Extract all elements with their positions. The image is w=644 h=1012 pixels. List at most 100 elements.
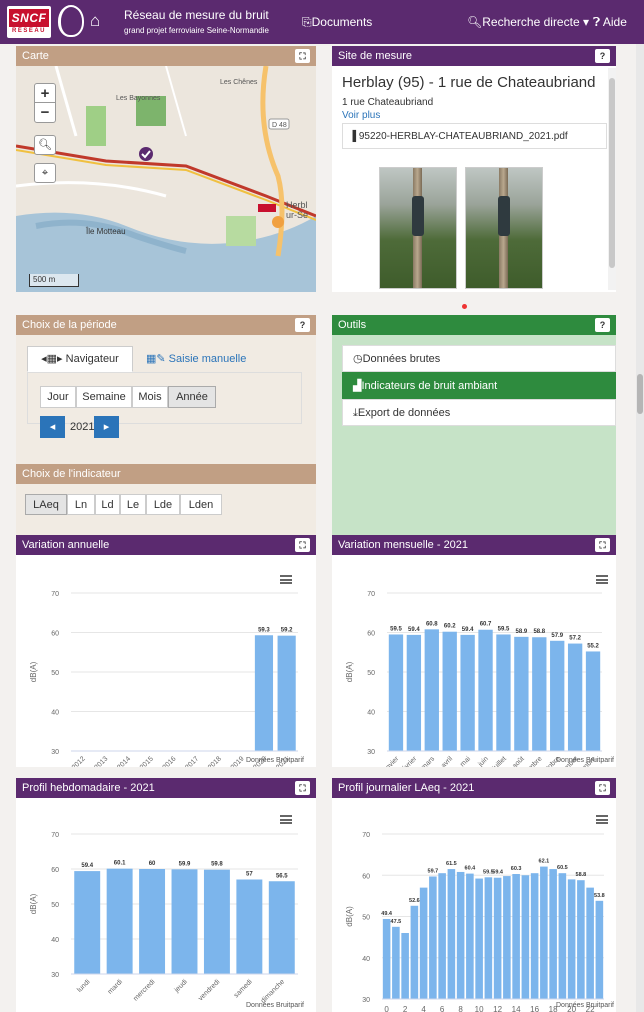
chart-menu-icon[interactable]: [280, 815, 292, 824]
bar: [388, 634, 404, 751]
x-tick-label: mercredi: [132, 978, 157, 1003]
x-tick-label: 14: [512, 1005, 521, 1012]
indicator-le-button[interactable]: Le: [120, 494, 146, 515]
pdf-download-link[interactable]: ▐ 95220-HERBLAY-CHATEAUBRIAND_2021.pdf: [342, 123, 607, 149]
y-axis-label: dB(A): [345, 906, 354, 927]
y-tick-label: 50: [367, 670, 375, 677]
monthly-variation-panel: Variation mensuelle - 2021 ⛶ 30 40 50 60 70 dB…: [332, 535, 616, 784]
bar: [484, 877, 493, 999]
chart-title: Variation mensuelle - 2021: [338, 539, 469, 551]
monthly-variation-header: Variation mensuelle - 2021 ⛶: [332, 535, 616, 555]
map-panel-header: Carte ⛶: [16, 46, 316, 66]
caret-left-icon: ◂: [49, 421, 56, 433]
x-tick-label: 2013: [93, 755, 109, 767]
y-tick-label: 30: [51, 749, 59, 756]
x-tick-label: 2016: [162, 755, 178, 767]
zoom-out-button[interactable]: −: [35, 103, 55, 122]
bar: [475, 878, 483, 999]
documents-icon: ⎘: [302, 15, 312, 29]
x-tick-label: 16: [530, 1005, 539, 1012]
data-export-item[interactable]: ⤓Export de données: [342, 399, 616, 426]
bar: [521, 875, 530, 999]
page-scrollbar[interactable]: [636, 44, 644, 1012]
tools-panel-title: Outils: [338, 319, 367, 331]
period-day-button[interactable]: Jour: [40, 386, 76, 408]
y-tick-label: 70: [51, 591, 59, 598]
tab-navigator[interactable]: ◂▦▸ Navigateur: [27, 346, 133, 372]
period-week-button[interactable]: Semaine: [76, 386, 132, 408]
help-link[interactable]: ❓︎ Aide: [593, 15, 627, 30]
tab-navigator-label: Navigateur: [65, 353, 119, 365]
period-panel-header: Choix de la période ?: [16, 315, 316, 335]
raw-data-label: Données brutes: [362, 353, 441, 365]
next-year-button[interactable]: ▸: [94, 416, 119, 438]
previous-year-button[interactable]: ◂: [40, 416, 65, 438]
period-panel-title: Choix de la période: [22, 319, 117, 331]
indicator-ld-button[interactable]: Ld: [95, 494, 120, 515]
data-label: 59.9: [179, 861, 191, 867]
zoom-in-button[interactable]: +: [35, 84, 55, 103]
map-view[interactable]: Les Chênes Les Bayonnes Herbl ur-Se Île …: [16, 66, 316, 292]
y-tick-label: 60: [51, 867, 59, 874]
site-photo-1[interactable]: [379, 167, 457, 289]
home-icon[interactable]: ⌂: [90, 12, 100, 30]
map-scale: 500 m: [29, 274, 79, 287]
site-panel-scrollbar[interactable]: [608, 68, 616, 290]
direct-search-dropdown[interactable]: 🔍︎Recherche directe ▾: [467, 15, 589, 29]
map-search-icon[interactable]: 🔍︎: [34, 135, 56, 155]
daily-profile-panel: Profil journalier LAeq - 2021 ⛶ 30 40 50 60 7…: [332, 778, 616, 1012]
help-icon[interactable]: ?: [595, 318, 610, 332]
bar: [512, 874, 520, 999]
fullscreen-icon[interactable]: ⛶: [595, 781, 610, 795]
period-year-button[interactable]: Année: [168, 386, 216, 408]
site-photo-2[interactable]: [465, 167, 543, 289]
data-label: 60.8: [426, 621, 438, 627]
period-month-button[interactable]: Mois: [132, 386, 168, 408]
ambient-noise-indicators-item[interactable]: ▟Indicateurs de bruit ambiant: [342, 372, 616, 399]
bar: [493, 877, 502, 999]
indicator-laeq-button[interactable]: LAeq: [25, 494, 67, 515]
bar: [585, 651, 601, 751]
chart-title: Profil hebdomadaire - 2021: [22, 782, 155, 794]
y-tick-label: 40: [367, 710, 375, 717]
fullscreen-icon[interactable]: ⛶: [295, 781, 310, 795]
chart-menu-icon[interactable]: [596, 575, 608, 584]
indicator-lde-button[interactable]: Lde: [146, 494, 180, 515]
x-tick-label: mardi: [107, 978, 125, 996]
fullscreen-icon[interactable]: ⛶: [295, 49, 310, 63]
zoom-control: + −: [34, 83, 56, 123]
data-label: 60: [149, 861, 156, 867]
documents-link[interactable]: ⎘Documents: [302, 15, 372, 30]
indicator-lden-button[interactable]: Lden: [180, 494, 222, 515]
data-label: 56.5: [276, 873, 288, 879]
x-tick-label: 12: [493, 1005, 502, 1012]
fullscreen-icon[interactable]: ⛶: [595, 538, 610, 552]
y-axis-label: dB(A): [29, 893, 38, 914]
raw-data-item[interactable]: ◷Données brutes: [342, 345, 616, 372]
data-label: 59.4: [81, 863, 93, 869]
annual-variation-header: Variation annuelle ⛶: [16, 535, 316, 555]
data-export-label: Export de données: [357, 407, 451, 419]
data-label: 52.6: [409, 898, 420, 904]
chart-menu-icon[interactable]: [280, 575, 292, 584]
x-tick-label: avril: [440, 755, 454, 767]
tab-manual-entry[interactable]: ▦✎ Saisie manuelle: [146, 352, 246, 365]
sncf-reseau-logo[interactable]: SNCF RÉSEAU: [7, 6, 51, 38]
bar: [429, 876, 437, 999]
daily-profile-header: Profil journalier LAeq - 2021 ⛶: [332, 778, 616, 798]
chart-menu-icon[interactable]: [596, 815, 608, 824]
bar: [277, 635, 296, 751]
help-icon[interactable]: ?: [595, 49, 610, 63]
indicator-ln-button[interactable]: Ln: [67, 494, 95, 515]
data-label: 60.7: [480, 622, 492, 628]
carousel-indicator[interactable]: [462, 304, 467, 309]
data-label: 61.5: [446, 861, 457, 867]
weekly-profile-panel: Profil hebdomadaire - 2021 ⛶ 30 40 50 60 70 dB…: [16, 778, 316, 1012]
x-tick-label: vendredi: [197, 978, 221, 1002]
map-locate-icon[interactable]: ⌖: [34, 163, 56, 183]
help-icon[interactable]: ?: [295, 318, 310, 332]
bar: [577, 880, 585, 999]
fullscreen-icon[interactable]: ⛶: [295, 538, 310, 552]
see-more-link[interactable]: Voir plus: [342, 110, 380, 121]
data-label: 59.4: [408, 627, 420, 633]
